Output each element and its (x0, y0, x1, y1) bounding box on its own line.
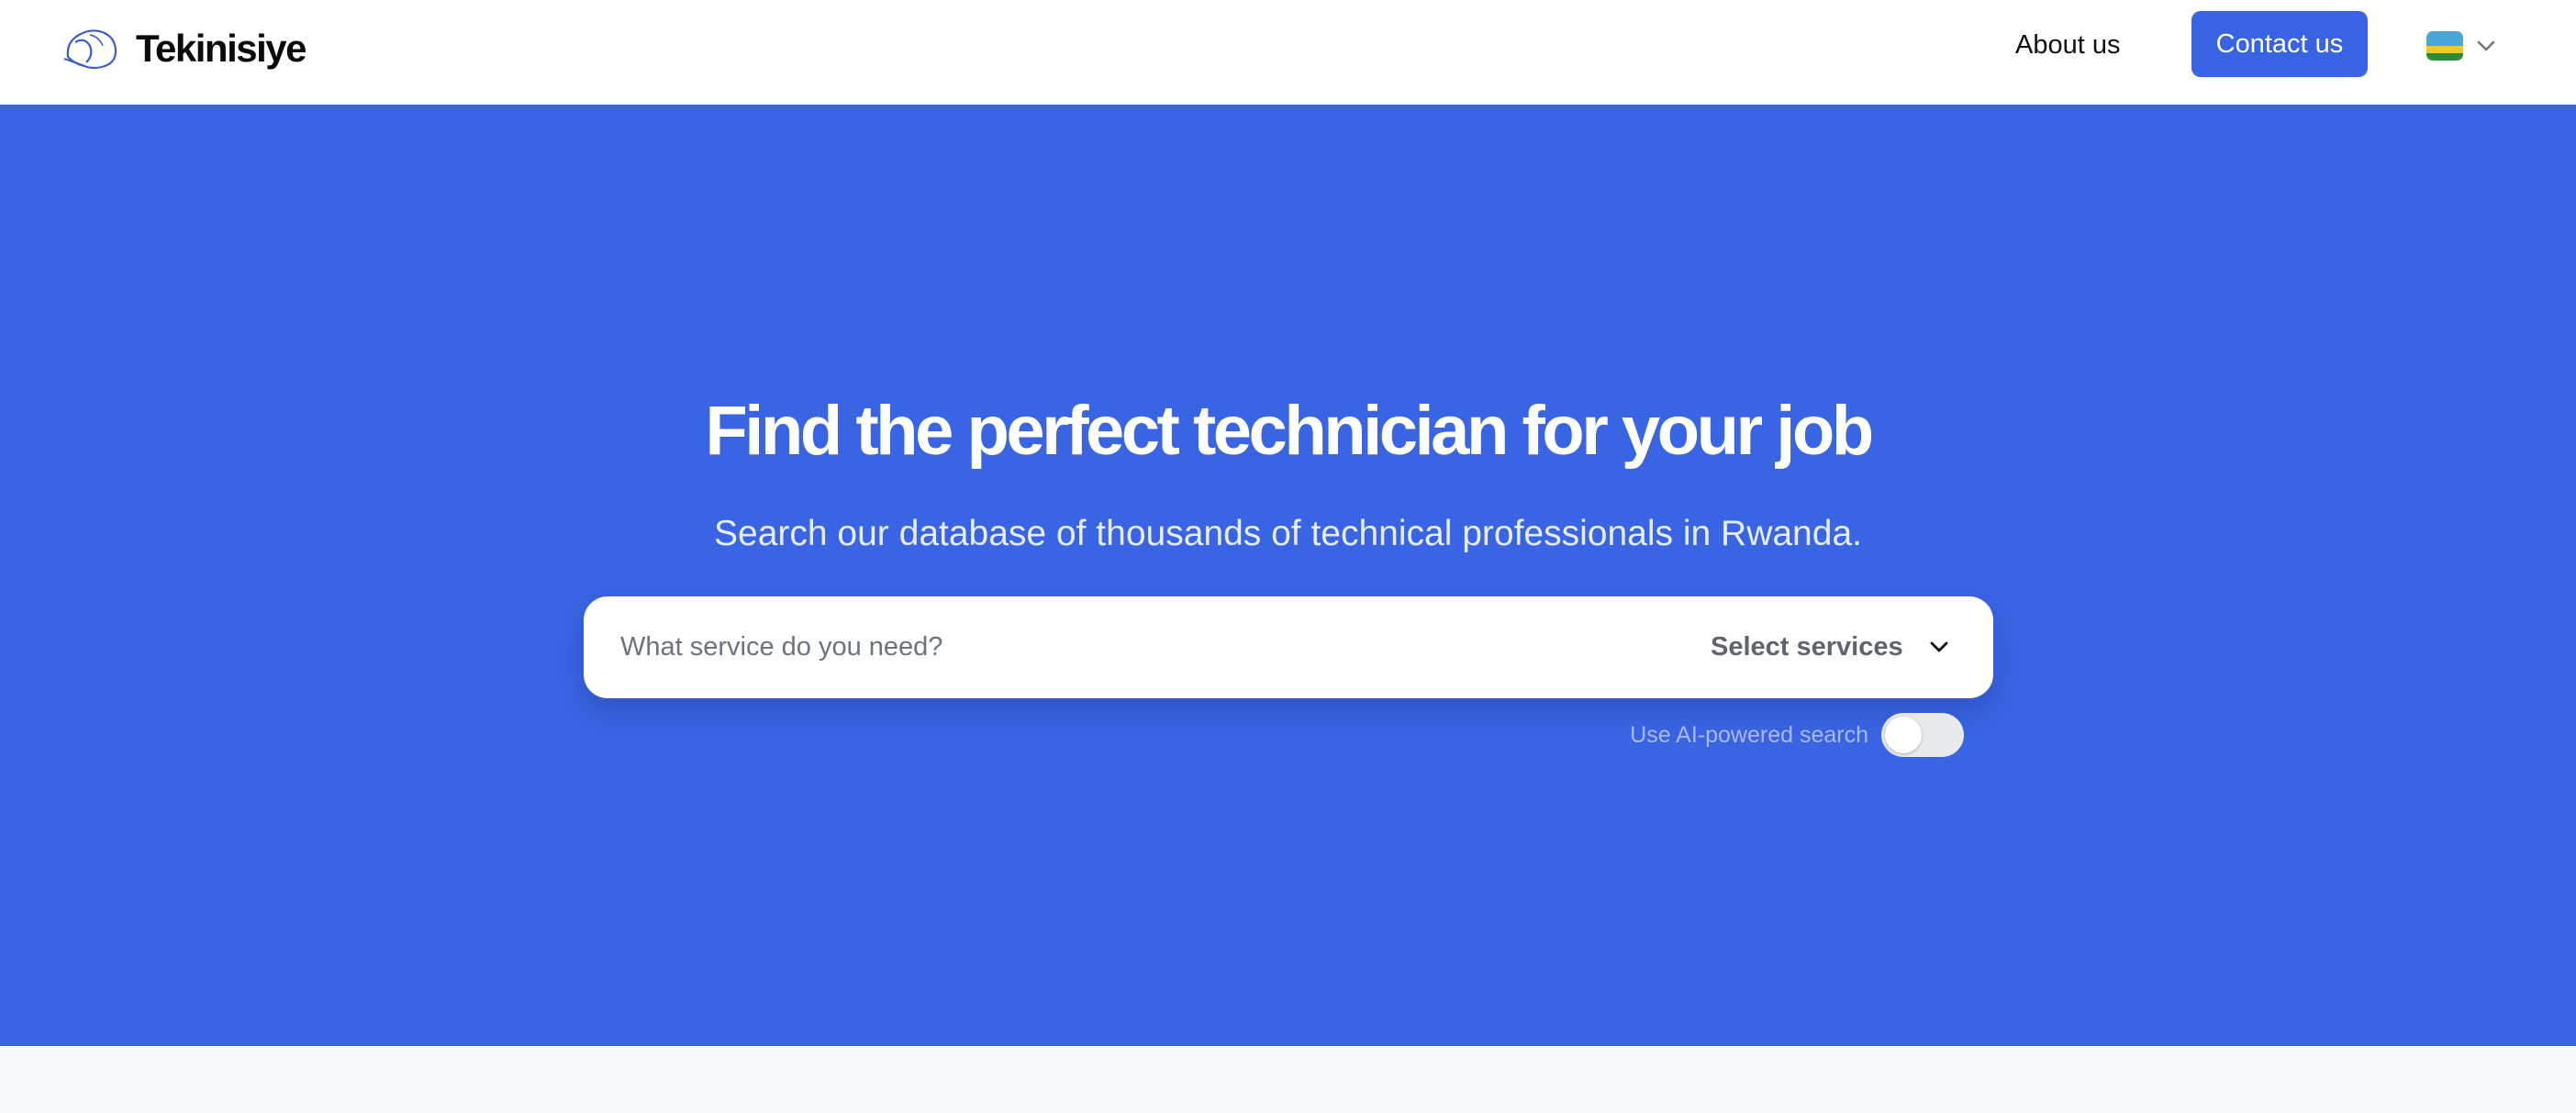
service-search-input[interactable] (620, 615, 1630, 679)
hard-hat-icon (63, 29, 117, 70)
brand-name: Tekinisiye (136, 27, 307, 70)
hero-section: Find the perfect technician for your job… (0, 105, 2576, 1046)
service-select-dropdown[interactable]: Select services (1711, 615, 1968, 679)
site-header: Tekinisiye About us Contact us (0, 0, 2576, 105)
ai-search-label: Use AI-powered search (1630, 721, 1868, 748)
language-selector[interactable] (2426, 28, 2496, 64)
contact-us-button[interactable]: Contact us (2191, 11, 2368, 77)
service-select-label: Select services (1711, 631, 1903, 662)
ai-search-row: Use AI-powered search (1560, 712, 1964, 758)
brand-logo[interactable]: Tekinisiye (62, 22, 307, 75)
chevron-down-icon (1930, 641, 1948, 652)
search-bar: Select services (584, 596, 1993, 698)
about-us-link[interactable]: About us (2015, 11, 2120, 79)
content-section (0, 1046, 2576, 1113)
hero-subtitle: Search our database of thousands of tech… (714, 514, 1862, 553)
ai-search-toggle[interactable] (1881, 713, 1964, 757)
toggle-knob (1885, 717, 1922, 753)
hero-title: Find the perfect technician for your job (705, 392, 1874, 470)
rwanda-flag-icon (2426, 31, 2463, 61)
chevron-down-icon (2477, 40, 2495, 51)
